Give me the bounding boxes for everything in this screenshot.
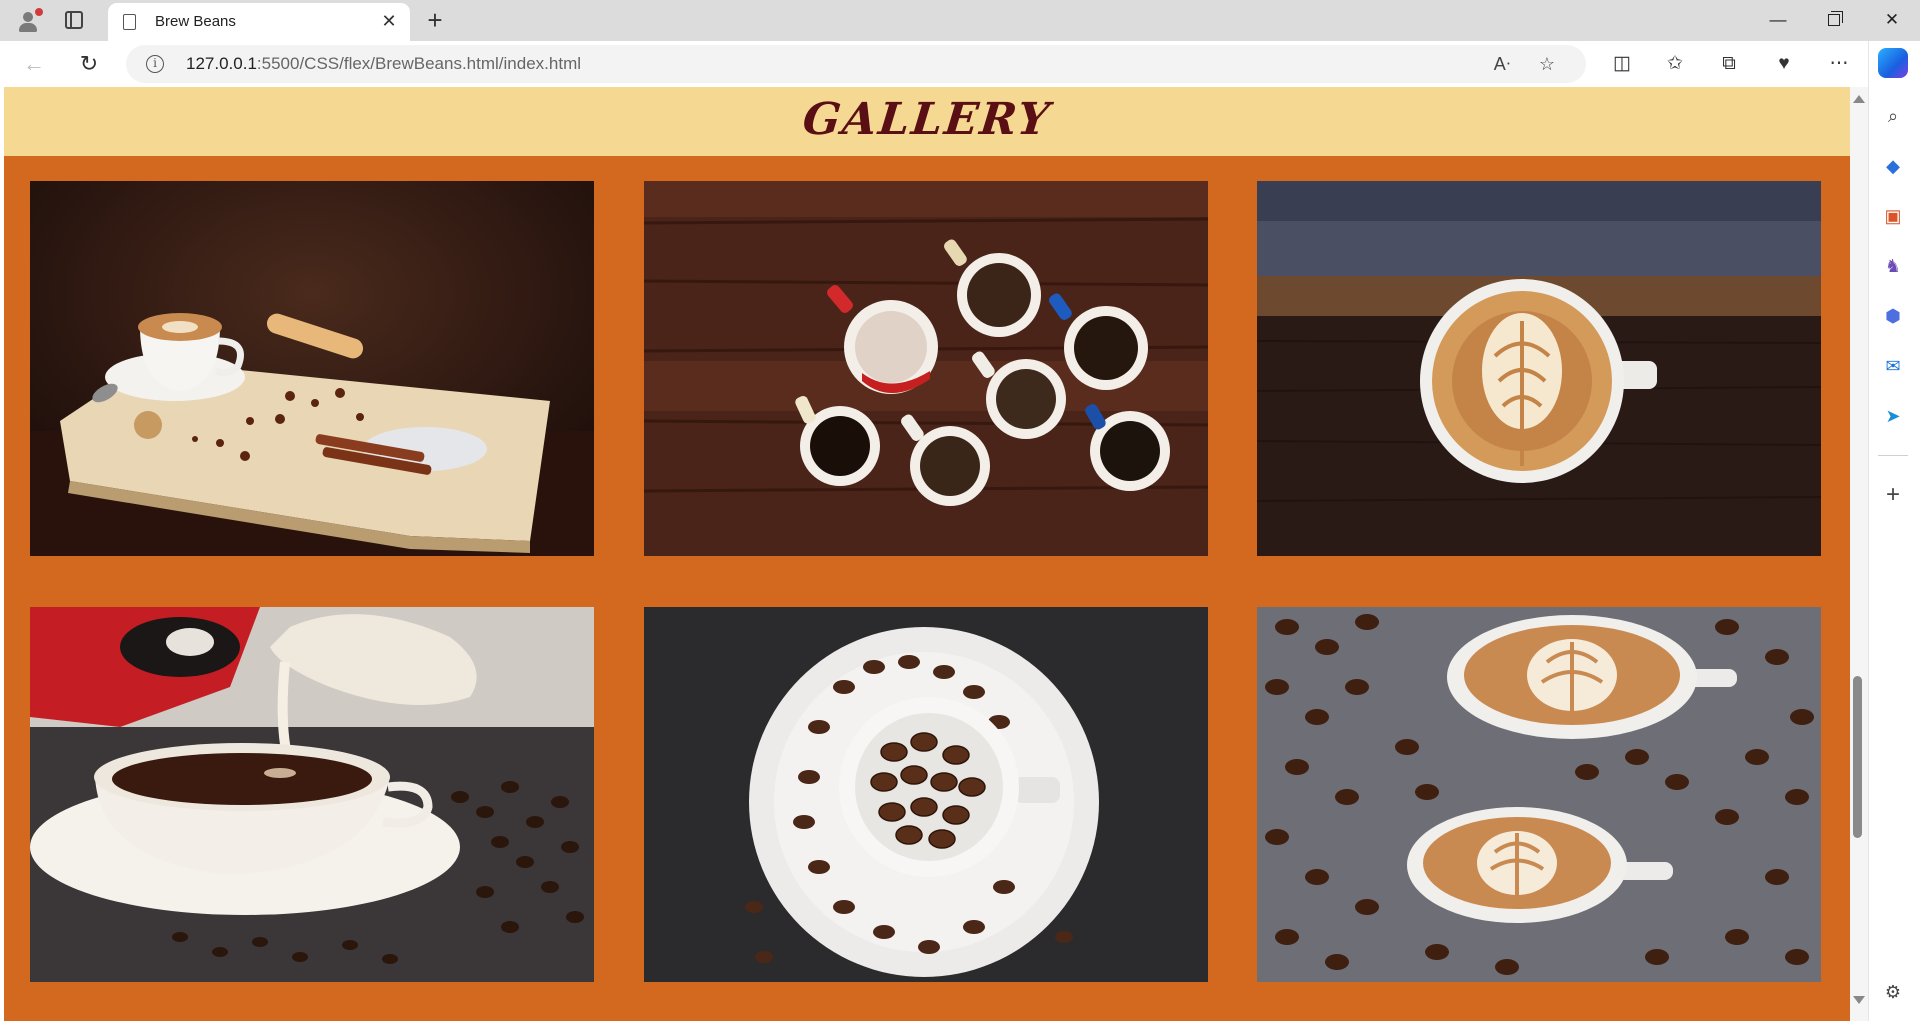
page-scrollbar[interactable] [1850,87,1868,1021]
edge-sidebar [1868,41,1920,1021]
gallery-image-two-lattes[interactable] [1257,607,1821,982]
page-viewport: Gallery [4,87,1850,1021]
gallery-image-espresso-cups[interactable] [644,181,1208,556]
browser-essentials-icon[interactable]: ♥ [1771,51,1797,77]
tools-briefcase-icon[interactable]: ▣ [1880,203,1906,229]
search-icon[interactable]: ⌕ [1880,103,1906,129]
sidebar-divider [1878,455,1908,456]
browser-titlebar: Brew Beans ✕ + — ✕ [0,0,1920,41]
more-options-icon[interactable]: ⋯ [1826,51,1852,77]
site-info-icon[interactable]: i [146,55,164,73]
gallery-image-milk-pouring[interactable] [30,607,594,982]
games-icon[interactable]: ♞ [1880,253,1906,279]
add-sidebar-app-icon[interactable]: + [1880,482,1906,508]
window-restore-button[interactable] [1806,0,1862,41]
page-title: Gallery [800,94,1054,145]
gallery-image-cup-of-beans[interactable] [644,607,1208,982]
address-bar[interactable]: i 127.0.0.1:5500/CSS/flex/BrewBeans.html… [126,45,1586,83]
outlook-icon[interactable]: ✉ [1880,353,1906,379]
profile-avatar-icon[interactable] [13,6,43,36]
window-minimize-button[interactable]: — [1750,0,1806,41]
favorites-icon[interactable]: ✩ [1662,51,1688,77]
gallery-image-latte-on-board[interactable] [30,181,594,556]
new-tab-button[interactable]: + [420,5,450,35]
gallery-image-latte-art-cup[interactable] [1257,181,1821,556]
microsoft-365-icon[interactable]: ⬢ [1880,303,1906,329]
back-arrow-icon[interactable]: ← [18,48,50,80]
tab-close-icon[interactable]: ✕ [378,10,400,32]
favorite-star-icon[interactable]: ☆ [1536,53,1558,75]
window-close-button[interactable]: ✕ [1864,0,1920,41]
browser-tab-active[interactable]: Brew Beans ✕ [108,3,410,41]
scroll-down-arrow-icon[interactable] [1853,996,1865,1004]
send-icon[interactable]: ➤ [1880,403,1906,429]
browser-toolbar: ← ↻ i 127.0.0.1:5500/CSS/flex/BrewBeans.… [0,41,1920,87]
page-document-icon [123,14,136,30]
copilot-icon[interactable] [1878,48,1908,78]
tab-actions-icon[interactable] [65,11,83,29]
scrollbar-thumb[interactable] [1853,676,1862,838]
reload-icon[interactable]: ↻ [73,48,105,80]
collections-icon[interactable]: ⧉ [1716,51,1742,77]
url-text[interactable]: 127.0.0.1:5500/CSS/flex/BrewBeans.html/i… [186,54,581,74]
scroll-up-arrow-icon[interactable] [1853,95,1865,103]
tab-title: Brew Beans [155,13,236,30]
shopping-tag-icon[interactable]: ◆ [1880,153,1906,179]
gallery-header: Gallery [4,87,1850,156]
sidebar-settings-gear-icon[interactable]: ⚙ [1880,979,1906,1005]
read-aloud-icon[interactable]: Aᐧ [1491,53,1513,75]
split-screen-icon[interactable]: ◫ [1609,51,1635,77]
